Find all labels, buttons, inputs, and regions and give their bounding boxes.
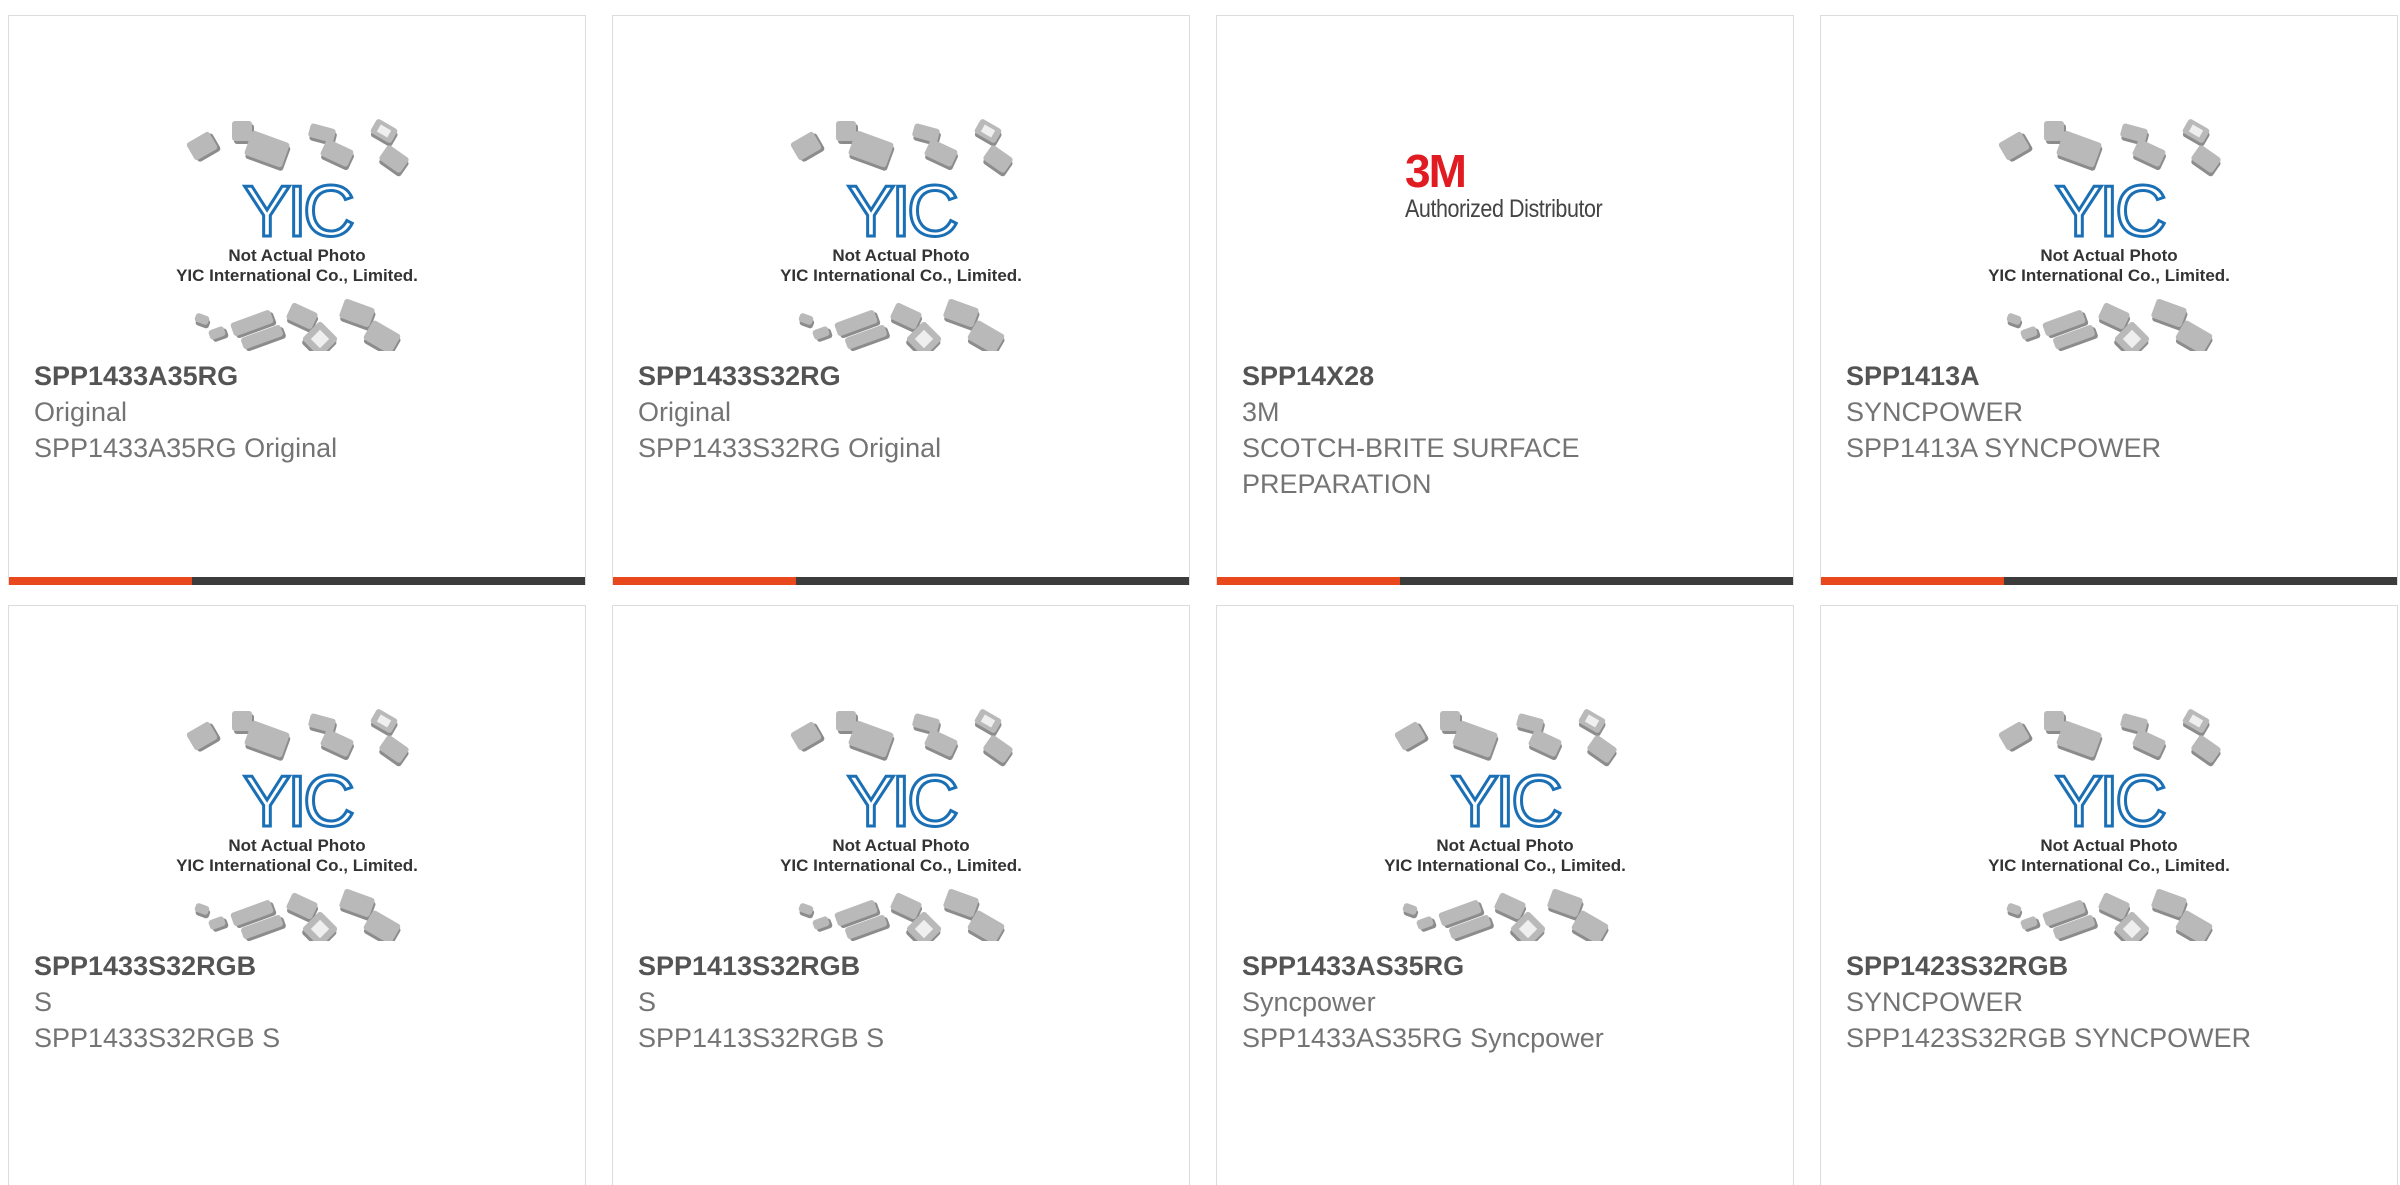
placeholder-caption: Not Actual Photo [832,836,969,855]
part-number[interactable]: SPP1423S32RGB [1846,948,2372,984]
yic-logo: YIC [243,762,353,842]
3m-logo-mark: 3M [1405,144,1467,197]
product-image: YIC Not Actual Photo YIC International Co.… [613,96,1189,356]
description: SPP1423S32RGB SYNCPOWER [1846,1023,2252,1053]
yic-logo: YIC [1451,762,1561,842]
manufacturer: 3M [1242,397,1280,427]
placeholder-image: YICNot Actual PhotoYIC International Co.… [1988,709,2230,941]
product-image: YIC Not Actual Photo YIC International Co.… [1821,96,2397,356]
product-card[interactable]: YIC Not Actual Photo YIC International Co.… [1820,15,2398,585]
part-number[interactable]: SPP1433AS35RG [1242,948,1768,984]
manufacturer: Original [638,397,732,427]
part-number[interactable]: SPP1433A35RG [34,358,560,394]
placeholder-caption: Not Actual Photo [228,836,365,855]
yic-logo: YIC [2055,762,2165,842]
description: SPP1433AS35RG Syncpower [1242,1023,1604,1053]
product-card[interactable]: YIC Not Actual Photo YIC International Co.… [612,605,1190,1185]
description: SPP1413A SYNCPOWER [1846,433,2162,463]
product-card[interactable]: YIC Not Actual Photo YIC International Co.… [8,605,586,1185]
description: SPP1433S32RG Original [638,433,942,463]
part-number[interactable]: SPP1413A [1846,358,2372,394]
description: SPP1433A35RG Original [34,433,338,463]
placeholder-caption: YIC International Co., Limited. [780,266,1022,285]
placeholder-caption: YIC International Co., Limited. [1988,266,2230,285]
placeholder-image: YICNot Actual PhotoYIC International Co.… [1988,119,2230,351]
yic-logo: YIC [2055,172,2165,252]
product-card[interactable]: YIC Not Actual Photo YIC International Co.… [1216,605,1794,1185]
part-number[interactable]: SPP1433S32RGB [34,948,560,984]
product-image: YIC Not Actual Photo YIC International Co.… [613,686,1189,946]
placeholder-caption: YIC International Co., Limited. [1384,856,1626,875]
product-card[interactable]: YIC Not Actual Photo YIC International Co.… [612,15,1190,585]
placeholder-image: YICNot Actual PhotoYIC International Co.… [176,119,418,351]
part-number[interactable]: SPP1433S32RG [638,358,1164,394]
manufacturer: Original [34,397,128,427]
placeholder-image: YICNot Actual PhotoYIC International Co.… [1384,709,1626,941]
card-accent-bar [9,577,585,585]
placeholder-image: YICNot Actual PhotoYIC International Co.… [780,119,1022,351]
placeholder-image: YICNot Actual PhotoYIC International Co.… [780,709,1022,941]
3m-logo: 3M Authorized Distributor [1405,144,1605,224]
manufacturer: S [638,987,657,1017]
manufacturer: Syncpower [1242,987,1376,1017]
card-accent-bar [613,577,1189,585]
placeholder-caption: Not Actual Photo [228,246,365,265]
product-card[interactable]: YIC Not Actual Photo YIC International Co.… [1820,605,2398,1185]
yic-logo: YIC [847,762,957,842]
description: SPP1413S32RGB S [638,1023,885,1053]
product-card[interactable]: 3M Authorized Distributor SPP14X28 3M SC… [1216,15,1794,585]
3m-logo-tagline: Authorized Distributor [1405,194,1603,223]
placeholder-caption: YIC International Co., Limited. [780,856,1022,875]
manufacturer: SYNCPOWER [1846,987,2024,1017]
card-accent-bar [1217,577,1793,585]
placeholder-caption: YIC International Co., Limited. [176,856,418,875]
placeholder-caption: YIC International Co., Limited. [1988,856,2230,875]
card-accent-bar [1821,577,2397,585]
placeholder-caption: Not Actual Photo [2040,246,2177,265]
product-image: YIC Not Actual Photo YIC International Co.… [1217,686,1793,946]
placeholder-image: YICNot Actual PhotoYIC International Co.… [176,709,418,941]
product-image: YIC Not Actual Photo YIC International Co.… [1821,686,2397,946]
product-image: 3M Authorized Distributor [1217,96,1793,356]
part-number[interactable]: SPP1413S32RGB [638,948,1164,984]
yic-logo: YIC [847,172,957,252]
placeholder-caption: Not Actual Photo [2040,836,2177,855]
placeholder-caption: YIC International Co., Limited. [176,266,418,285]
placeholder-caption: Not Actual Photo [832,246,969,265]
placeholder-caption: Not Actual Photo [1436,836,1573,855]
manufacturer: SYNCPOWER [1846,397,2024,427]
description: SPP1433S32RGB S [34,1023,281,1053]
description: SCOTCH-BRITE SURFACE PREPARATION [1242,433,1580,499]
yic-logo: YIC [243,172,353,252]
part-number[interactable]: SPP14X28 [1242,358,1768,394]
product-image: YIC Not Actual Photo YIC International Co.… [9,96,585,356]
manufacturer: S [34,987,53,1017]
product-image: YIC Not Actual Photo YIC International Co.… [9,686,585,946]
product-card[interactable]: YIC Not Actual Photo YIC International Co.… [8,15,586,585]
